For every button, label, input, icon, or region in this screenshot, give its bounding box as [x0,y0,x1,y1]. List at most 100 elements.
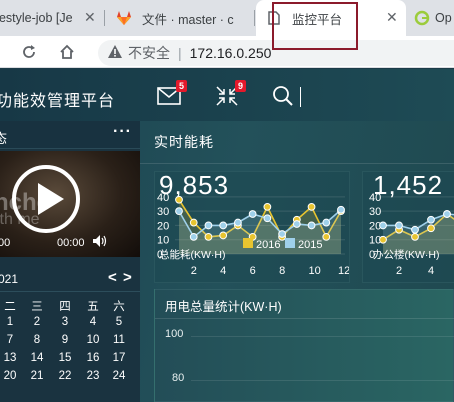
calendar-day[interactable]: 21 [24,370,50,382]
app-header: 功能效管理平台 5 9 [0,69,454,121]
data-point-2016 [307,202,316,211]
more-icon[interactable]: ··· [113,123,132,141]
calendar-day[interactable]: 7 [0,334,23,346]
realtime-title: 实时能耗 [154,134,214,150]
total-usage-title: 用电总量统计(KW·H) [165,300,282,314]
calendar-day[interactable]: 24 [106,370,132,382]
data-point-2015 [427,215,435,224]
tab-gitlab[interactable]: 文件 · master · c [106,0,254,36]
data-point-2015 [234,218,242,227]
data-point-2015 [322,218,331,227]
data-point-2015 [204,221,213,230]
x-tick-label: 6 [250,265,256,277]
total-usage-panel: 用电总量统计(KW·H) 100 80 [154,289,454,402]
alerts-badge: 9 [235,80,247,92]
x-tick-label: 4 [220,265,226,277]
address-bar: 不安全 | 172.16.0.250 [0,36,454,68]
data-point-2015 [175,207,183,216]
calendar-day[interactable]: 4 [80,316,106,328]
calendar-day[interactable]: 8 [24,334,50,346]
data-point-2016 [263,202,272,211]
data-point-2015 [379,221,387,230]
y-tick-label: 20 [157,220,169,232]
reload-icon[interactable] [18,42,40,62]
calendar-day[interactable]: 22 [52,370,78,382]
calendar-day[interactable]: 20 [0,370,23,382]
calendar-day[interactable]: 23 [80,370,106,382]
tab-jenkins[interactable]: eestyle-job [Je ✕ [0,0,104,36]
x-tick-label: 2 [396,265,402,277]
calendar-day[interactable]: 9 [52,334,78,346]
close-icon[interactable]: ✕ [386,9,398,26]
data-point-2016 [379,235,387,244]
calendar-day[interactable]: 13 [0,352,23,364]
video-player[interactable]: ncho ith me 00 00:00 [0,151,140,257]
data-point-2015 [443,210,451,218]
data-point-2015 [292,220,301,228]
calendar-weekday: 二 [4,301,16,313]
calendar-day[interactable]: 10 [80,334,106,346]
security-label[interactable]: 不安全 [128,43,170,63]
data-point-2015 [411,225,419,234]
y-tick-label: 30 [157,206,169,218]
volume-icon[interactable] [93,235,107,250]
calendar-header: 021 < > [0,266,140,292]
calendar: 021 < > 二三四五六 1 2 3 4 5 7 8 9 10 11 13 14 15 16 17 20 21 2… [0,266,140,402]
calendar-day[interactable]: 17 [106,352,132,364]
close-icon[interactable]: ✕ [84,9,96,26]
app-title: 功能效管理平台 [0,93,116,110]
calendar-prev-button[interactable]: < [108,269,117,286]
tab-separator [254,10,255,26]
calendar-grid: 二三四五六 1 2 3 4 5 7 8 9 10 11 13 14 15 16 17 20 21 22 23 24 [0,297,140,387]
url-text[interactable]: 172.16.0.250 [190,45,272,61]
url-divider: | [178,45,182,61]
data-point-2016 [427,224,435,233]
calendar-day[interactable]: 11 [106,334,132,346]
y-tick-label: 30 [369,206,381,218]
calendar-day[interactable]: 3 [52,316,78,328]
section-divider [140,163,454,164]
tab-op[interactable]: Op [408,0,454,36]
page-icon [268,11,280,25]
data-point-2015 [263,214,272,223]
office-energy-card[interactable]: 40 30 20 10 0 2 4 办公楼(KW·H) 1,452 [362,171,454,283]
app-root: 功能效管理平台 5 9 态 ··· ncho ith me 00 00:00 0… [0,69,454,402]
calendar-day[interactable]: 14 [24,352,50,364]
data-point-2015 [278,230,286,238]
series-area-2015 [383,214,454,254]
x-tick-label: 10 [309,265,321,277]
calendar-year: 021 [0,272,19,286]
tab-monitor-platform[interactable]: 监控平台 ✕ [256,0,406,36]
tab-label: Op [435,11,452,25]
calendar-next-button[interactable]: > [123,269,132,286]
calendar-week-row: 7 8 9 10 11 [0,333,140,351]
home-icon[interactable] [56,42,78,62]
total-energy-card[interactable]: 40 30 20 10 0 2 4 6 8 10 12 总能耗(KW·H) 2016 2015 9,853 [154,171,350,283]
warning-icon[interactable] [108,45,122,61]
calendar-week-row: 12345 [0,315,140,333]
calendar-day[interactable]: 16 [80,352,106,364]
url-field[interactable]: 不安全 | 172.16.0.250 [98,40,454,66]
search-icon[interactable] [272,85,296,112]
y-tick-label: 100 [165,328,184,340]
left-panel: 态 ··· ncho ith me 00 00:00 021 < > 二 三 四 五 六… [0,121,140,402]
x-tick-label: 2 [191,265,197,277]
legend-swatch [243,238,253,248]
calendar-week-row: 20 21 22 23 24 [0,369,140,387]
calendar-day[interactable]: 5 [106,316,132,328]
panel-divider [155,318,454,319]
search-divider [300,87,301,107]
calendar-day[interactable]: 2 [24,316,50,328]
calendar-day[interactable]: 1 [0,316,23,328]
x-tick-label: 4 [428,265,434,277]
total-energy-value: 9,853 [159,171,230,200]
x-tick-label: 8 [279,265,285,277]
messages-badge: 5 [176,80,188,92]
left-panel-header: 态 ··· [0,121,140,149]
data-point-2016 [219,231,228,240]
tab-label: 监控平台 [292,12,343,27]
play-icon [38,183,64,215]
tab-label: 文件 · master · c [142,12,234,27]
office-energy-value: 1,452 [373,171,444,200]
calendar-day[interactable]: 15 [52,352,78,364]
